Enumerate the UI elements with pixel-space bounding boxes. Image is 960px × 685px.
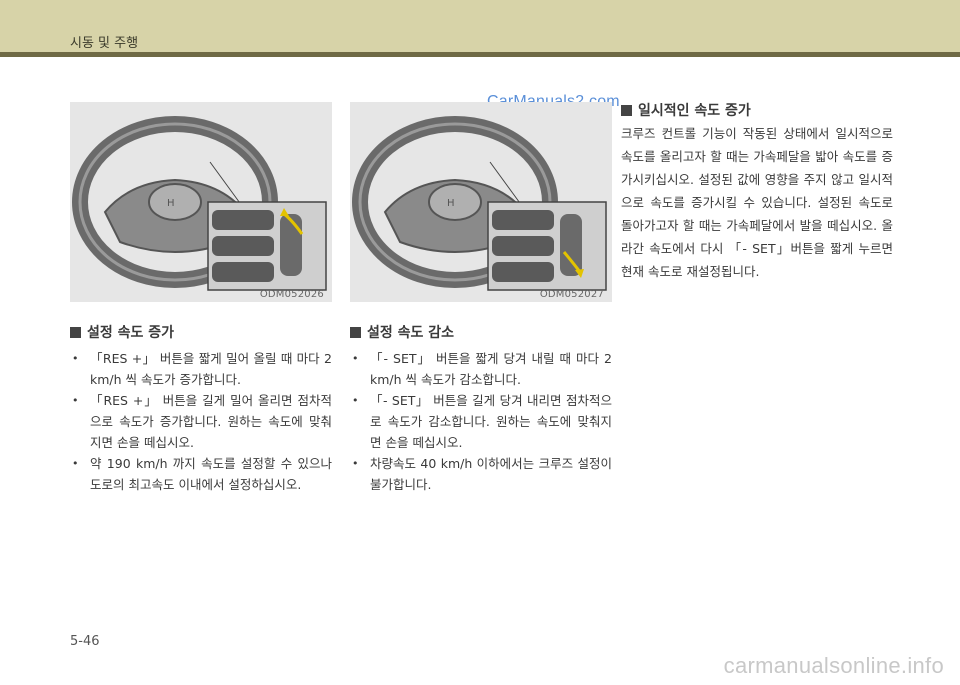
header-bar (0, 0, 960, 52)
steering-wheel-res-up-illustration: H (72, 116, 327, 291)
section-title-increase: 설정 속도 증가 (70, 322, 174, 342)
square-bullet-icon (621, 104, 632, 116)
list-item: 「- SET」 버튼을 짧게 당겨 내릴 때 마다 2 km/h 씩 속도가 감… (350, 348, 612, 390)
figure-code: ODM052027 (539, 289, 604, 300)
section-title-decrease: 설정 속도 감소 (350, 322, 454, 342)
bullet-list-decrease: 「- SET」 버튼을 짧게 당겨 내릴 때 마다 2 km/h 씩 속도가 감… (350, 348, 612, 495)
square-bullet-icon (70, 326, 81, 338)
list-item: 약 190 km/h 까지 속도를 설정할 수 있으나 도로의 최고속도 이내에… (70, 453, 332, 495)
list-item: 「RES +」 버튼을 짧게 밀어 올릴 때 마다 2 km/h 씩 속도가 증… (70, 348, 332, 390)
figure-code: ODM052026 (259, 289, 324, 300)
header-divider (0, 52, 960, 57)
bullet-list-increase: 「RES +」 버튼을 짧게 밀어 올릴 때 마다 2 km/h 씩 속도가 증… (70, 348, 332, 495)
list-item: 「RES +」 버튼을 길게 밀어 올리면 점차적으로 속도가 증가합니다. 원… (70, 390, 332, 453)
figure-set-down: H ODM052027 (350, 102, 612, 302)
chapter-title: 시동 및 주행 (70, 36, 139, 51)
svg-text:H: H (167, 198, 175, 209)
list-item: 「- SET」 버튼을 길게 당겨 내리면 점차적으로 속도가 감소합니다. 원… (350, 390, 612, 453)
watermark-bottom[interactable]: carmanualsonline.info (724, 653, 944, 679)
page-number: 5-46 (70, 634, 100, 649)
figure-res-up: H ODM052026 (70, 102, 332, 302)
svg-text:H: H (447, 198, 455, 209)
list-item: 차량속도 40 km/h 이하에서는 크루즈 설정이 불가합니다. (350, 453, 612, 495)
section-title-text: 설정 속도 감소 (367, 325, 455, 341)
steering-wheel-set-down-illustration: H (352, 116, 607, 291)
square-bullet-icon (350, 326, 361, 338)
section-title-temporary: 일시적인 속도 증가 (621, 100, 751, 120)
section-title-text: 설정 속도 증가 (87, 325, 175, 341)
section-title-text: 일시적인 속도 증가 (638, 103, 751, 119)
paragraph-temporary-increase: 크루즈 컨트롤 기능이 작동된 상태에서 일시적으로 속도를 올리고자 할 때는… (621, 126, 893, 279)
